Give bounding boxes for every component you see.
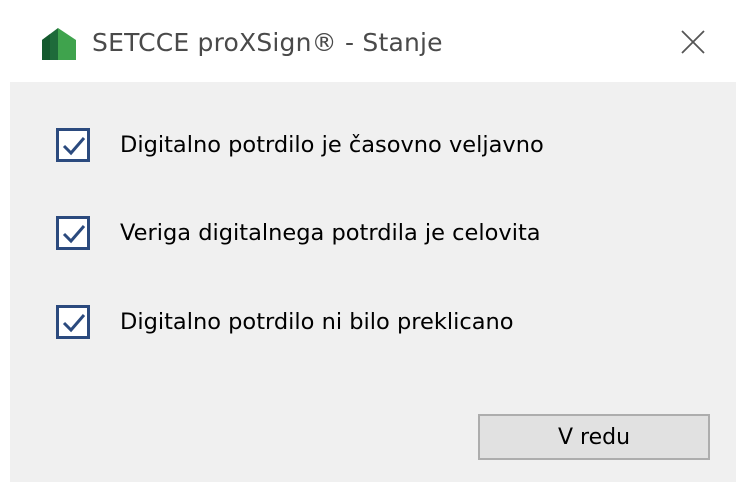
- checkbox-time-validity[interactable]: [56, 128, 90, 162]
- check-label-chain-integrity: Veriga digitalnega potrdila je celovita: [120, 220, 541, 246]
- check-label-not-revoked: Digitalno potrdilo ni bilo preklicano: [120, 309, 514, 335]
- check-label-time-validity: Digitalno potrdilo je časovno veljavno: [120, 132, 544, 158]
- checkmark-icon: [62, 137, 86, 156]
- checkmark-icon: [62, 314, 86, 333]
- checkbox-not-revoked[interactable]: [56, 305, 90, 339]
- close-icon: [680, 29, 706, 59]
- check-not-revoked[interactable]: Digitalno potrdilo ni bilo preklicano: [56, 299, 514, 345]
- checkmark-icon: [62, 225, 86, 244]
- dialog-body: Digitalno potrdilo je časovno veljavno V…: [10, 82, 736, 482]
- checkbox-chain-integrity[interactable]: [56, 216, 90, 250]
- setcce-leaf-icon: [36, 26, 78, 62]
- title-bar[interactable]: SETCCE proXSign® - Stanje: [0, 0, 736, 82]
- status-dialog: SETCCE proXSign® - Stanje Digitalno potr…: [0, 0, 736, 482]
- check-time-validity[interactable]: Digitalno potrdilo je časovno veljavno: [56, 122, 544, 168]
- window-title: SETCCE proXSign® - Stanje: [92, 28, 443, 57]
- close-button[interactable]: [670, 22, 716, 66]
- ok-button[interactable]: V redu: [478, 414, 710, 460]
- check-chain-integrity[interactable]: Veriga digitalnega potrdila je celovita: [56, 210, 541, 256]
